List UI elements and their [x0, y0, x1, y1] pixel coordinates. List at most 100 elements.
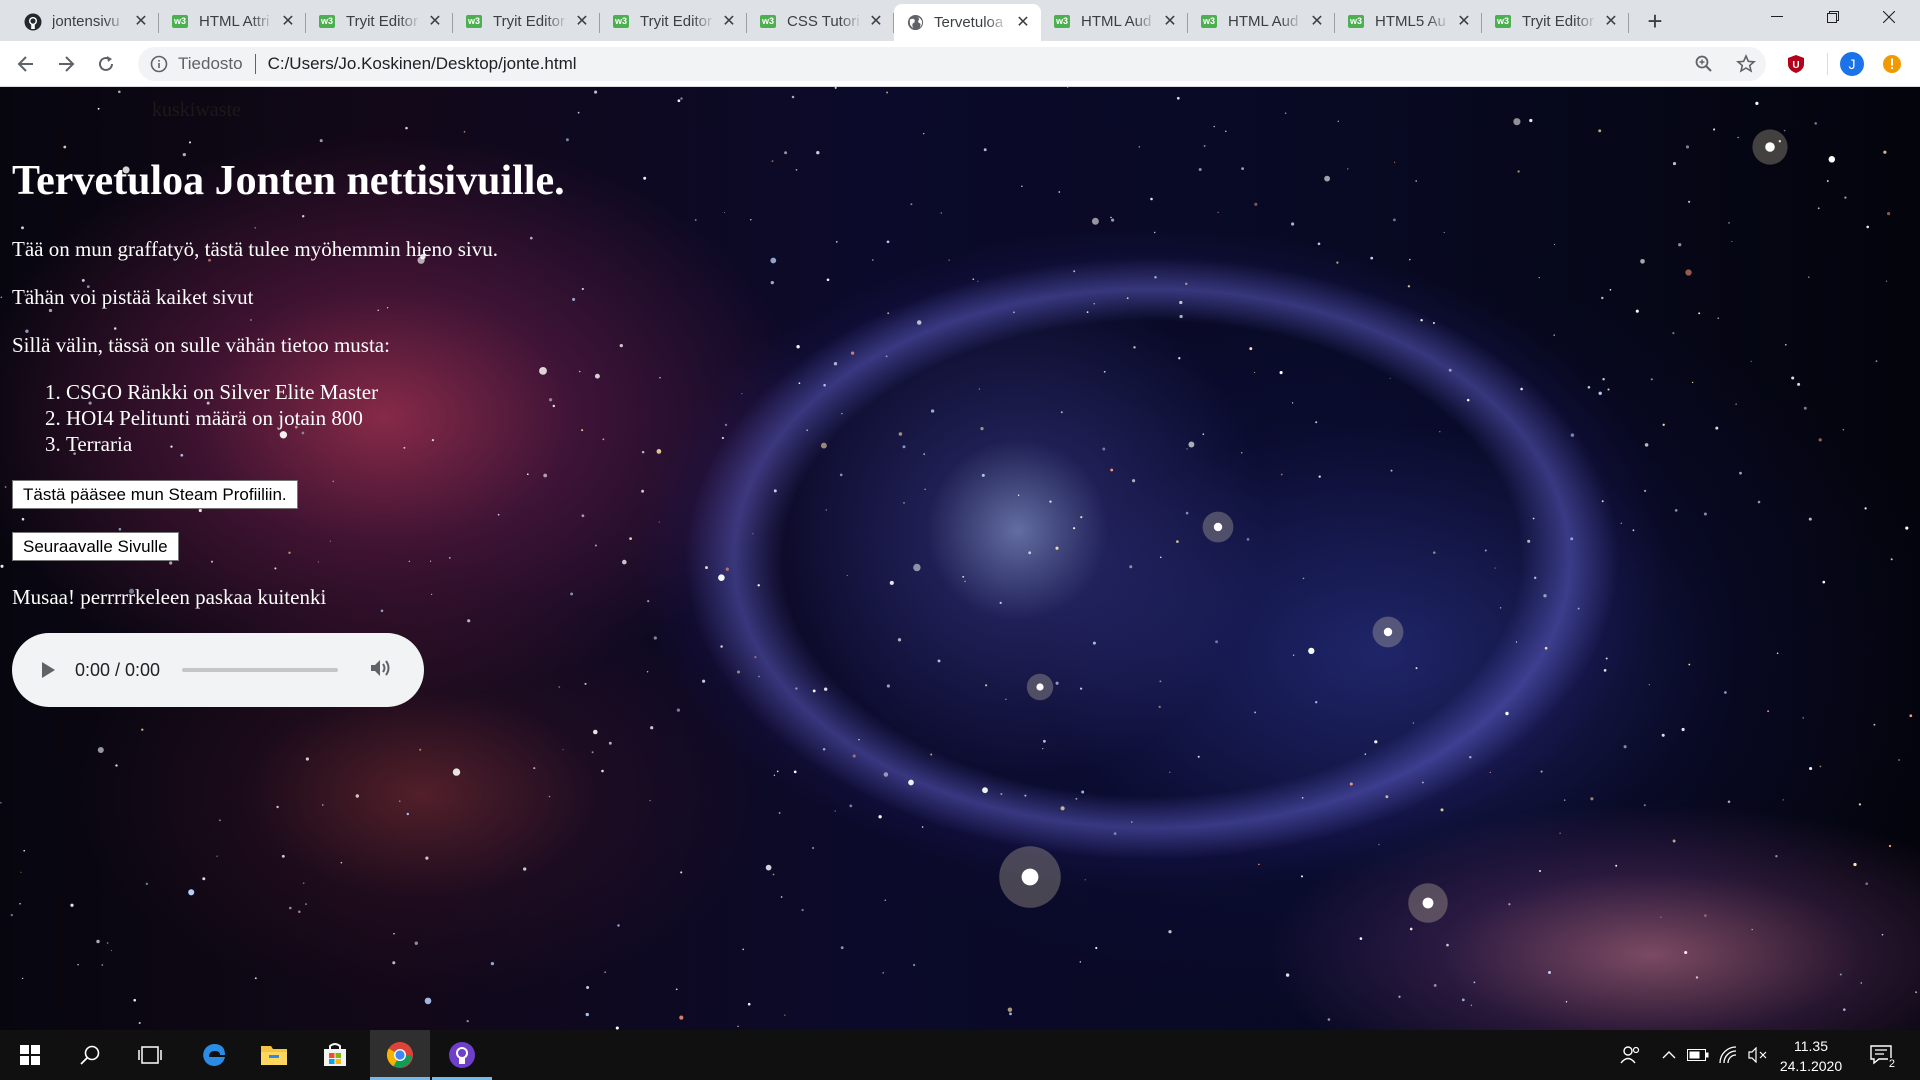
pages-paragraph: Tähän voi pistää kaiket sivut: [12, 285, 254, 309]
star: [823, 383, 826, 387]
close-tab-icon[interactable]: ✕: [1456, 13, 1472, 30]
close-tab-icon[interactable]: ✕: [574, 13, 590, 30]
star: [675, 988, 678, 991]
extension-shield-icon[interactable]: U: [1782, 50, 1810, 78]
info-icon[interactable]: [150, 55, 168, 73]
tab-html-audio[interactable]: w3 HTML Aud ✕: [1041, 4, 1188, 39]
restore-icon[interactable]: [1802, 0, 1864, 34]
star: [1079, 961, 1081, 963]
edge-browser-icon[interactable]: [184, 1030, 244, 1080]
star: [581, 429, 584, 432]
next-page-button[interactable]: Seuraavalle Sivulle: [12, 532, 179, 561]
new-tab-icon[interactable]: +: [1637, 3, 1673, 39]
steam-profile-button[interactable]: Tästä pääsee mun Steam Profiiliin.: [12, 480, 298, 509]
close-tab-icon[interactable]: ✕: [1015, 14, 1031, 31]
tab-tryit-editor[interactable]: w3 Tryit Editor ✕: [453, 4, 600, 39]
star: [1392, 218, 1396, 222]
tab-html5-audio[interactable]: w3 HTML5 Au ✕: [1335, 4, 1482, 39]
zoom-icon[interactable]: [1690, 50, 1718, 78]
reload-icon[interactable]: [90, 48, 122, 80]
tab-tryit-editor[interactable]: w3 Tryit Editor ✕: [306, 4, 453, 39]
close-tab-icon[interactable]: ✕: [1309, 13, 1325, 30]
url-text[interactable]: C:/Users/Jo.Koskinen/Desktop/jonte.html: [268, 54, 577, 74]
star: [1883, 150, 1887, 154]
update-alert-icon[interactable]: [1878, 50, 1906, 78]
star: [1814, 122, 1817, 125]
task-view-icon[interactable]: [120, 1030, 180, 1080]
close-tab-icon[interactable]: ✕: [1162, 13, 1178, 30]
bookmark-star-icon[interactable]: [1732, 50, 1760, 78]
tab-css-tutorial[interactable]: w3 CSS Tutori ✕: [747, 4, 894, 39]
battery-icon[interactable]: [1684, 1030, 1712, 1080]
star: [1308, 647, 1315, 655]
star: [656, 449, 662, 454]
play-icon[interactable]: [42, 662, 55, 678]
star: [386, 307, 389, 309]
store-icon[interactable]: [305, 1030, 365, 1080]
wifi-icon[interactable]: [1714, 1030, 1742, 1080]
tab-html-audio[interactable]: w3 HTML Aud ✕: [1188, 4, 1335, 39]
star: [1197, 755, 1200, 758]
tab-html-attributes[interactable]: w3 HTML Attri ✕: [159, 4, 306, 39]
volume-icon[interactable]: [370, 658, 392, 683]
close-window-icon[interactable]: [1858, 0, 1920, 34]
star: [169, 561, 173, 565]
audio-seek-slider[interactable]: [182, 668, 339, 672]
star: [839, 473, 843, 477]
star: [903, 502, 905, 504]
star: [916, 320, 922, 325]
star: [1866, 225, 1870, 229]
audio-player[interactable]: 0:00 / 0:00: [12, 633, 424, 707]
people-icon[interactable]: [1614, 1030, 1648, 1080]
star: [1055, 681, 1059, 685]
minimize-icon[interactable]: [1746, 0, 1808, 34]
close-tab-icon[interactable]: ✕: [280, 13, 296, 30]
star: [886, 684, 890, 688]
tab-tryit-editor[interactable]: w3 Tryit Editor ✕: [600, 4, 747, 39]
notification-icon[interactable]: 2: [1862, 1030, 1902, 1080]
tab-tryit-editor[interactable]: w3 Tryit Editor ✕: [1482, 4, 1629, 39]
star: [1543, 594, 1547, 598]
chevron-up-icon[interactable]: [1657, 1030, 1681, 1080]
start-icon[interactable]: [0, 1030, 60, 1080]
address-bar[interactable]: Tiedosto C:/Users/Jo.Koskinen/Desktop/jo…: [138, 47, 1766, 81]
star: [1324, 175, 1330, 182]
bright-star: [1021, 868, 1039, 886]
star: [676, 708, 681, 712]
star: [791, 95, 795, 99]
tab-title: HTML Aud: [1081, 13, 1152, 30]
star: [887, 312, 890, 315]
star: [1246, 538, 1250, 541]
close-tab-icon[interactable]: ✕: [868, 13, 884, 30]
speaker-muted-icon[interactable]: [1744, 1030, 1772, 1080]
close-tab-icon[interactable]: ✕: [427, 13, 443, 30]
star: [723, 211, 726, 214]
back-arrow-icon[interactable]: [10, 48, 42, 80]
close-tab-icon[interactable]: ✕: [721, 13, 737, 30]
file-explorer-icon[interactable]: [244, 1030, 304, 1080]
hidden-link[interactable]: kuskiwaste: [152, 99, 241, 122]
star: [641, 450, 645, 454]
star: [408, 560, 411, 563]
star: [1864, 507, 1867, 510]
forward-arrow-icon[interactable]: [50, 48, 82, 80]
close-tab-icon[interactable]: ✕: [1603, 13, 1619, 30]
taskbar-clock[interactable]: 11.35 24.1.2020: [1776, 1036, 1846, 1076]
star: [858, 738, 860, 741]
star: [1783, 129, 1786, 132]
star: [188, 889, 195, 896]
profile-avatar[interactable]: J: [1838, 50, 1866, 78]
tab-tervetuloa-active[interactable]: Tervetuloa ✕: [894, 4, 1041, 41]
chrome-icon[interactable]: [370, 1030, 430, 1080]
github-icon: [24, 13, 42, 31]
tab-jontensivu[interactable]: jontensivu ✕: [12, 4, 159, 39]
star: [1378, 843, 1380, 846]
github-desktop-icon[interactable]: [432, 1030, 492, 1080]
close-tab-icon[interactable]: ✕: [133, 13, 149, 30]
search-icon[interactable]: [60, 1030, 120, 1080]
star: [1317, 242, 1321, 246]
star: [1302, 577, 1305, 580]
star: [1737, 136, 1739, 139]
star: [578, 370, 581, 373]
star: [1605, 657, 1608, 660]
